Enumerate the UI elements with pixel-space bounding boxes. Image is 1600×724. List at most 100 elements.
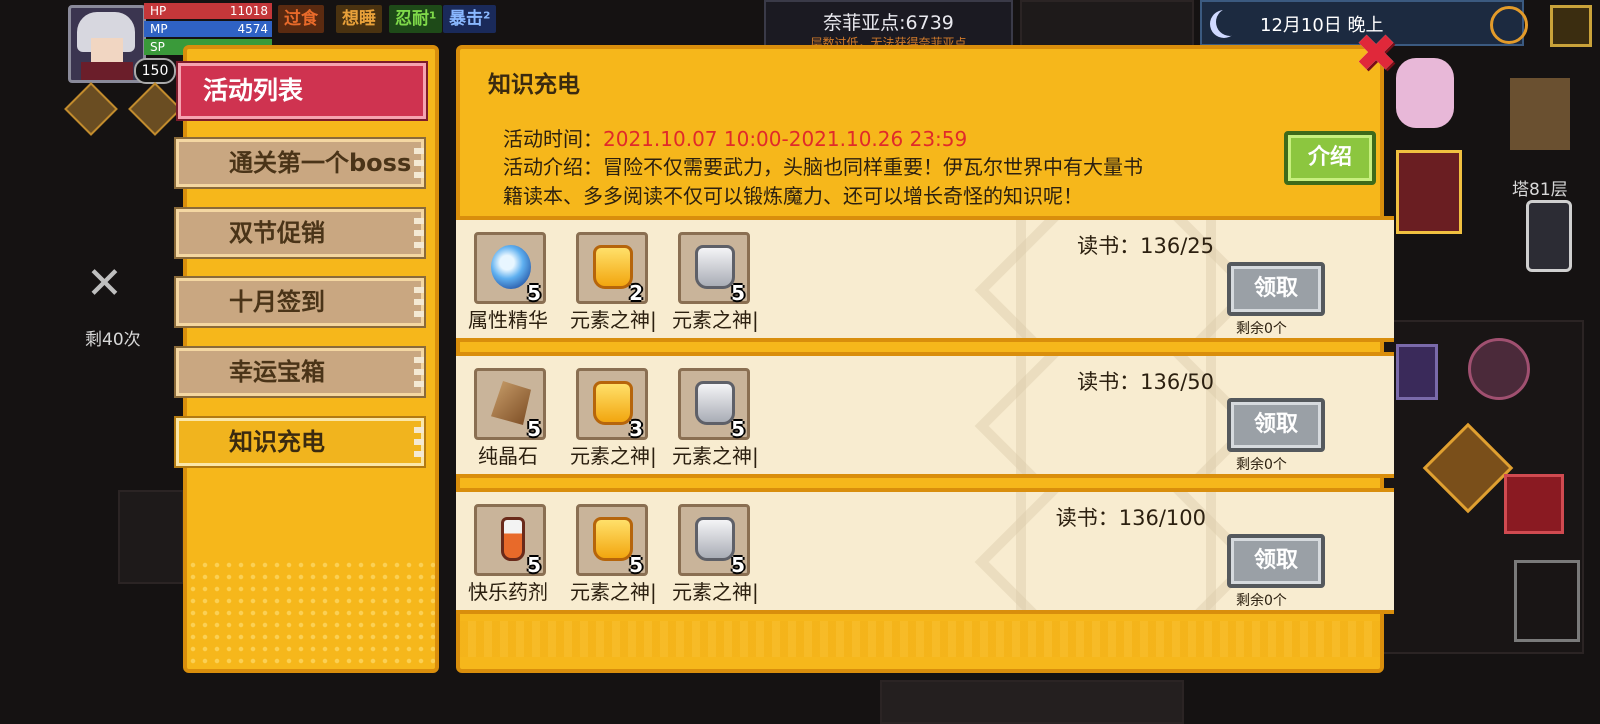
panel-footer-pattern: [460, 621, 1380, 657]
silver-element-god-icon: [695, 381, 735, 425]
item-qty: 5: [527, 553, 541, 577]
bow-icon[interactable]: [1514, 560, 1580, 642]
item-qty: 5: [731, 553, 745, 577]
reward-item[interactable]: 5: [678, 368, 750, 441]
close-icon[interactable]: ✖: [1352, 28, 1400, 80]
event-time-label: 活动时间：: [503, 127, 603, 151]
reward-row: 5 5 5 快乐药剂 元素之神| 元素之神| 读书：136/100 领取 剩余0…: [456, 488, 1394, 614]
event-list-header: 活动列表: [176, 61, 428, 121]
claim-button[interactable]: 领取: [1227, 262, 1325, 316]
reward-item[interactable]: 3: [576, 368, 648, 441]
intro-button[interactable]: 介绍: [1284, 131, 1376, 185]
item-name: 元素之神|: [672, 580, 759, 604]
mp-label: MP: [150, 22, 168, 36]
event-title: 知识充电: [488, 72, 580, 98]
reading-progress: 读书：136/25: [1077, 234, 1214, 258]
event-time-line: 活动时间：2021.10.07 10:00-2021.10.26 23:59: [503, 123, 967, 152]
tab-double-festival-sale[interactable]: 双节促销: [174, 207, 426, 259]
skill-icon[interactable]: [1396, 344, 1438, 400]
tab-lucky-chest[interactable]: 幸运宝箱: [174, 346, 426, 398]
status-tag-crit[interactable]: 暴击²: [443, 5, 497, 33]
item-qty: 2: [629, 281, 643, 305]
book-icon[interactable]: [128, 82, 182, 136]
reading-progress: 读书：136/50: [1077, 370, 1214, 394]
tab-label: 幸运宝箱: [229, 358, 325, 386]
gold-element-god-icon: [593, 381, 633, 425]
tower-floor: 塔81层: [1512, 180, 1568, 200]
reward-item[interactable]: 5: [474, 232, 546, 305]
tab-first-boss[interactable]: 通关第一个boss: [174, 137, 426, 189]
pure-crystal-icon: [491, 381, 531, 425]
panel-pattern: [187, 559, 435, 669]
banner-icon[interactable]: [1396, 150, 1462, 234]
globe-icon[interactable]: [1490, 6, 1528, 44]
item-qty: 3: [629, 417, 643, 441]
background-tile: [880, 680, 1184, 724]
remaining-count: 剩余0个: [1236, 457, 1287, 473]
status-tag-endure[interactable]: 忍耐¹: [389, 5, 443, 33]
item-qty: 5: [629, 553, 643, 577]
nephi-points: 奈菲亚点:6739: [823, 12, 954, 34]
reward-row: 5 2 5 属性精华 元素之神| 元素之神| 读书：136/25 领取 剩余0个: [456, 216, 1394, 342]
silver-element-god-icon: [695, 245, 735, 289]
tab-label: 双节促销: [229, 219, 325, 247]
reward-item[interactable]: 5: [474, 504, 546, 577]
tab-october-checkin[interactable]: 十月签到: [174, 276, 426, 328]
reward-item[interactable]: 5: [474, 368, 546, 441]
event-intro-line-2: 籍读本、多多阅读不仅可以锻炼魔力、还可以增长奇怪的知识呢！: [503, 184, 1083, 208]
claim-button[interactable]: 领取: [1227, 398, 1325, 452]
tab-label: 十月签到: [229, 288, 325, 316]
reward-item[interactable]: 5: [678, 504, 750, 577]
item-name: 元素之神|: [672, 308, 759, 332]
item-name: 元素之神|: [672, 444, 759, 468]
shortcut-button[interactable]: [1550, 5, 1592, 47]
background-tile: [118, 490, 184, 584]
map-fragment: [1510, 78, 1570, 150]
event-time-value: 2021.10.07 10:00-2021.10.26 23:59: [603, 127, 968, 151]
reading-progress: 读书：136/100: [1055, 506, 1206, 530]
cube-icon[interactable]: [1504, 474, 1564, 534]
reward-item[interactable]: 5: [576, 504, 648, 577]
attribute-essence-icon: [491, 245, 531, 289]
demon-icon[interactable]: [1468, 338, 1530, 400]
reward-item[interactable]: 5: [678, 232, 750, 305]
item-name: 属性精华: [468, 308, 548, 332]
item-qty: 5: [731, 417, 745, 441]
sword-icon[interactable]: [1400, 568, 1458, 626]
item-qty: 5: [731, 281, 745, 305]
happy-potion-icon: [501, 517, 525, 561]
moon-icon: [1216, 8, 1244, 36]
sp-label: SP: [150, 40, 165, 54]
item-name: 元素之神|: [570, 308, 657, 332]
phone-icon[interactable]: [1526, 200, 1572, 272]
item-name: 元素之神|: [570, 580, 657, 604]
tab-knowledge-charge[interactable]: 知识充电: [174, 416, 426, 468]
hp-value: 11018: [229, 4, 268, 18]
gold-element-god-icon: [593, 245, 633, 289]
buff-icon[interactable]: [64, 82, 118, 136]
event-intro-line-1: 活动介绍：冒险不仅需要武力，头脑也同样重要！伊瓦尔世界中有大量书: [503, 155, 1143, 179]
background-tile: [1020, 0, 1194, 48]
claim-button[interactable]: 领取: [1227, 534, 1325, 588]
item-qty: 5: [527, 417, 541, 441]
status-tag-overeat[interactable]: 过食: [278, 5, 324, 33]
npc-portrait[interactable]: [1396, 58, 1454, 128]
reward-row: 5 3 5 纯晶石 元素之神| 元素之神| 读书：136/50 领取 剩余0个: [456, 352, 1394, 478]
level-badge: 150: [134, 58, 176, 84]
reward-item[interactable]: 2: [576, 232, 648, 305]
item-name: 元素之神|: [570, 444, 657, 468]
mp-bar: MP 4574: [144, 21, 272, 37]
remaining-count: 剩余0个: [1236, 321, 1287, 337]
item-name: 快乐药剂: [468, 580, 548, 604]
tab-label: 通关第一个boss: [229, 149, 412, 177]
remaining-uses: 剩40次: [85, 330, 141, 350]
hp-label: HP: [150, 4, 167, 18]
silver-element-god-icon: [695, 517, 735, 561]
remaining-count: 剩余0个: [1236, 593, 1287, 609]
crossed-swords-icon[interactable]: ✕: [86, 258, 123, 309]
mp-value: 4574: [237, 22, 268, 36]
gold-element-god-icon: [593, 517, 633, 561]
item-qty: 5: [527, 281, 541, 305]
status-tag-sleepy[interactable]: 想睡: [336, 5, 382, 33]
tab-label: 知识充电: [229, 428, 325, 456]
